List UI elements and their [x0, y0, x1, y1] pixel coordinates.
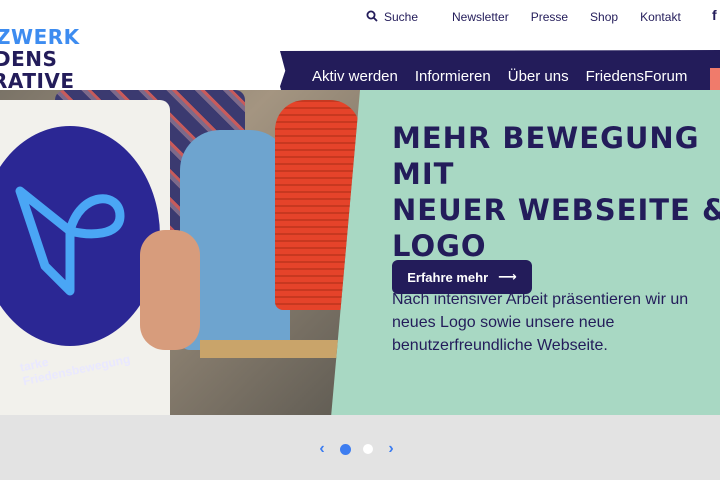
hero-text-block: Mehr Bewegung mit neuer Webseite & Logo … — [392, 120, 720, 357]
search-label: Suche — [384, 10, 419, 24]
nav-link-shop[interactable]: Shop — [590, 10, 618, 24]
chevron-left-icon[interactable]: ‹ — [316, 440, 328, 458]
utility-nav: Suche Newsletter Presse Shop Kontakt f — [366, 7, 717, 25]
slider-dot-1[interactable] — [340, 443, 351, 455]
red-sweater-shape — [275, 100, 360, 310]
logo-line-1: ZWERK — [0, 25, 80, 49]
hero-title-line-1: Mehr Bewegung mit — [392, 121, 700, 191]
facebook-icon[interactable]: f — [712, 7, 717, 23]
hero-title: Mehr Bewegung mit neuer Webseite & Logo — [392, 120, 720, 264]
main-nav-informieren[interactable]: Informieren — [415, 68, 491, 85]
main-nav-aktiv-werden[interactable]: Aktiv werden — [312, 68, 398, 85]
logo-line-2: DENS — [0, 47, 58, 71]
nav-link-kontakt[interactable]: Kontakt — [640, 10, 681, 24]
learn-more-label: Erfahre mehr — [407, 269, 489, 285]
logo-line-3: RATIVE — [0, 69, 75, 93]
chevron-right-icon[interactable]: › — [385, 440, 397, 458]
hero-slide: tarke Friedensbewegung Mehr Bewegung mit… — [0, 90, 720, 415]
slider-controls: ‹ › — [316, 440, 397, 458]
learn-more-button[interactable]: Erfahre mehr ⟶ — [392, 260, 532, 294]
dove-icon — [15, 186, 125, 296]
slider-dot-2[interactable] — [363, 444, 373, 454]
nav-link-newsletter[interactable]: Newsletter — [452, 10, 509, 24]
main-nav-friedensforum[interactable]: FriedensForum — [586, 68, 688, 85]
arrow-right-icon: ⟶ — [498, 269, 517, 284]
nav-link-presse[interactable]: Presse — [531, 10, 568, 24]
search-link[interactable]: Suche — [366, 10, 452, 25]
main-nav-ueber-uns[interactable]: Über uns — [508, 68, 569, 85]
hero-body: Nach intensiver Arbeit präsentieren wir … — [392, 291, 689, 354]
hero-title-line-3: Logo — [392, 229, 487, 263]
hero-photo: tarke Friedensbewegung — [0, 90, 360, 415]
hero-title-line-2: neuer Webseite & — [392, 193, 720, 227]
search-icon — [366, 10, 378, 25]
site-logo[interactable]: ZWERK DENS RATIVE — [0, 26, 90, 92]
table-shape — [200, 340, 360, 358]
arm-shape — [140, 230, 200, 350]
